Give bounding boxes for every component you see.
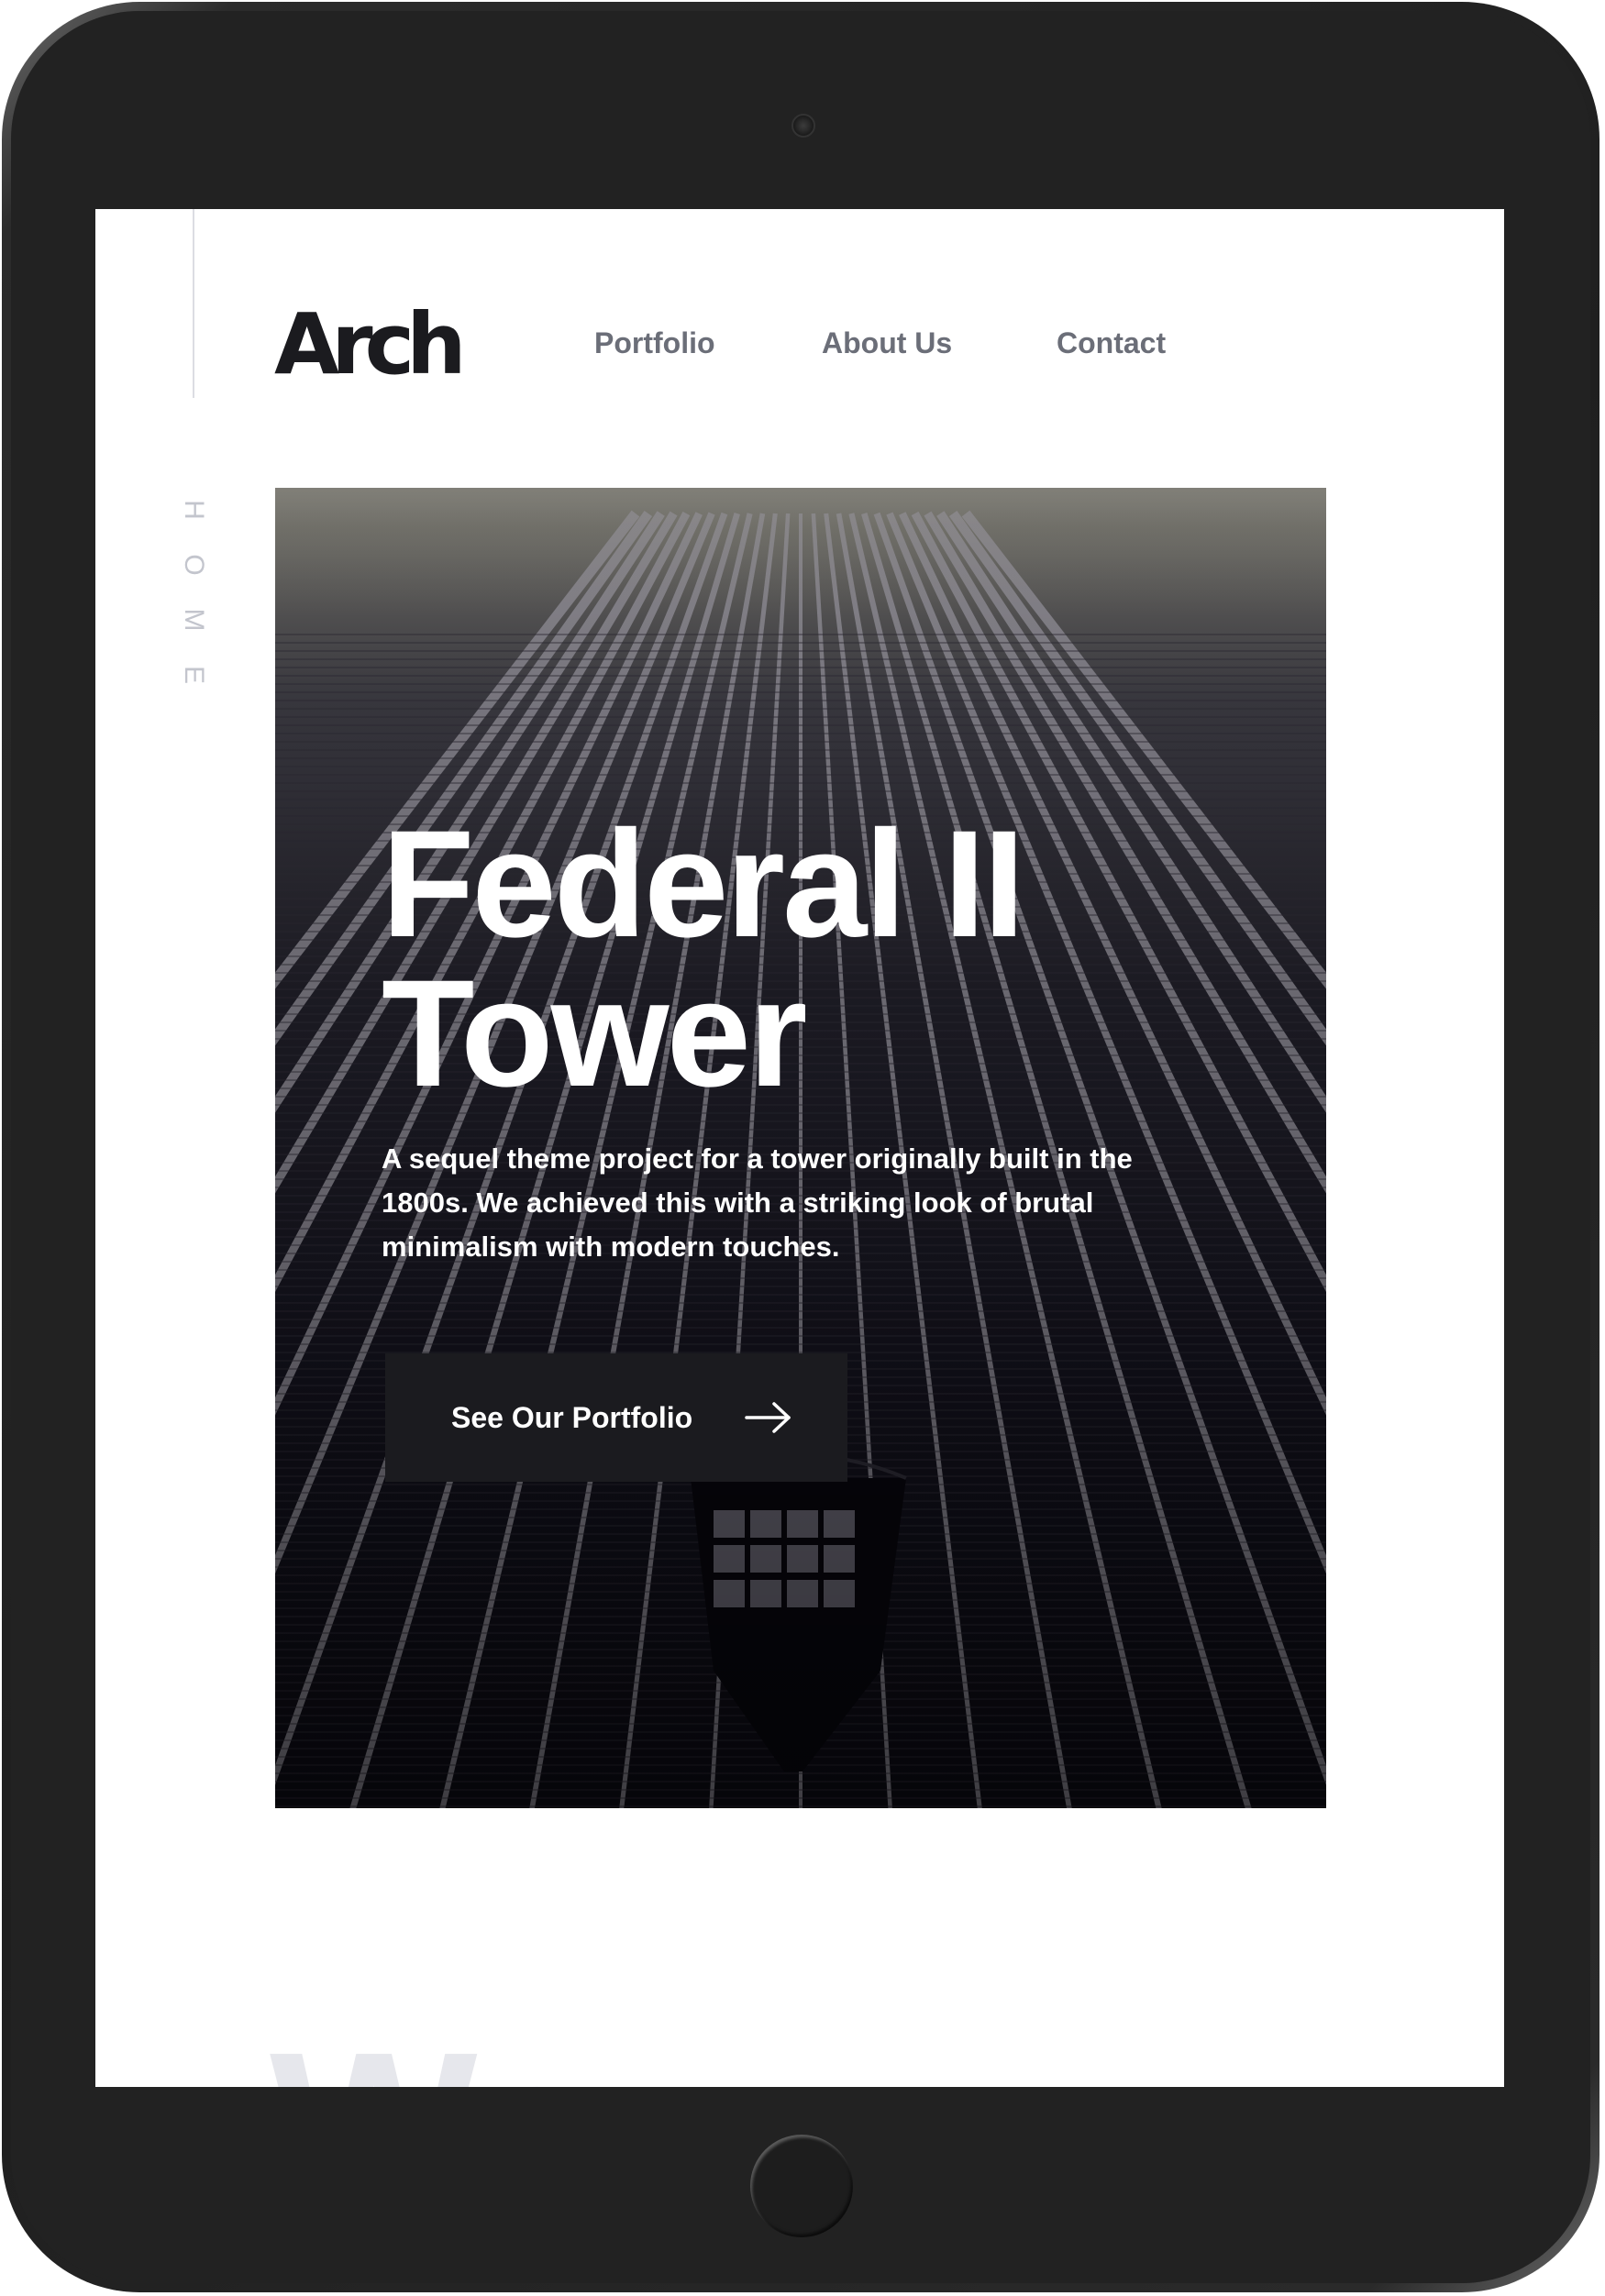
nav-item-contact[interactable]: Contact <box>1057 328 1166 358</box>
hero-title-line-2: Tower <box>382 948 808 1119</box>
see-portfolio-button-label: See Our Portfolio <box>451 1400 693 1434</box>
hero-description: A sequel theme project for a tower origi… <box>382 1142 1133 1263</box>
side-label-letter: O <box>179 554 209 576</box>
hero-title: Federal II Tower <box>382 800 1025 1119</box>
nav-item-about-us[interactable]: About Us <box>822 328 952 358</box>
arrow-right-icon <box>745 1402 791 1433</box>
next-section-background-word: We <box>270 2019 596 2087</box>
hero-section: Federal II Tower A sequel theme project … <box>275 488 1326 1808</box>
side-section-label: H O M E <box>179 482 209 702</box>
side-label-letter: E <box>179 665 209 684</box>
nav-item-portfolio[interactable]: Portfolio <box>594 328 715 358</box>
logo[interactable]: Arch <box>274 303 467 387</box>
side-label-letter: H <box>179 500 209 520</box>
screen: H O M E Arch Portfolio About Us Contact Fed… <box>95 209 1504 2087</box>
hero-title-line-1: Federal II <box>382 800 1025 969</box>
front-camera <box>791 114 815 138</box>
side-label-letter: M <box>179 608 209 632</box>
see-portfolio-button[interactable]: See Our Portfolio <box>385 1353 847 1482</box>
side-divider-line <box>193 209 194 398</box>
home-button[interactable] <box>750 2135 853 2237</box>
